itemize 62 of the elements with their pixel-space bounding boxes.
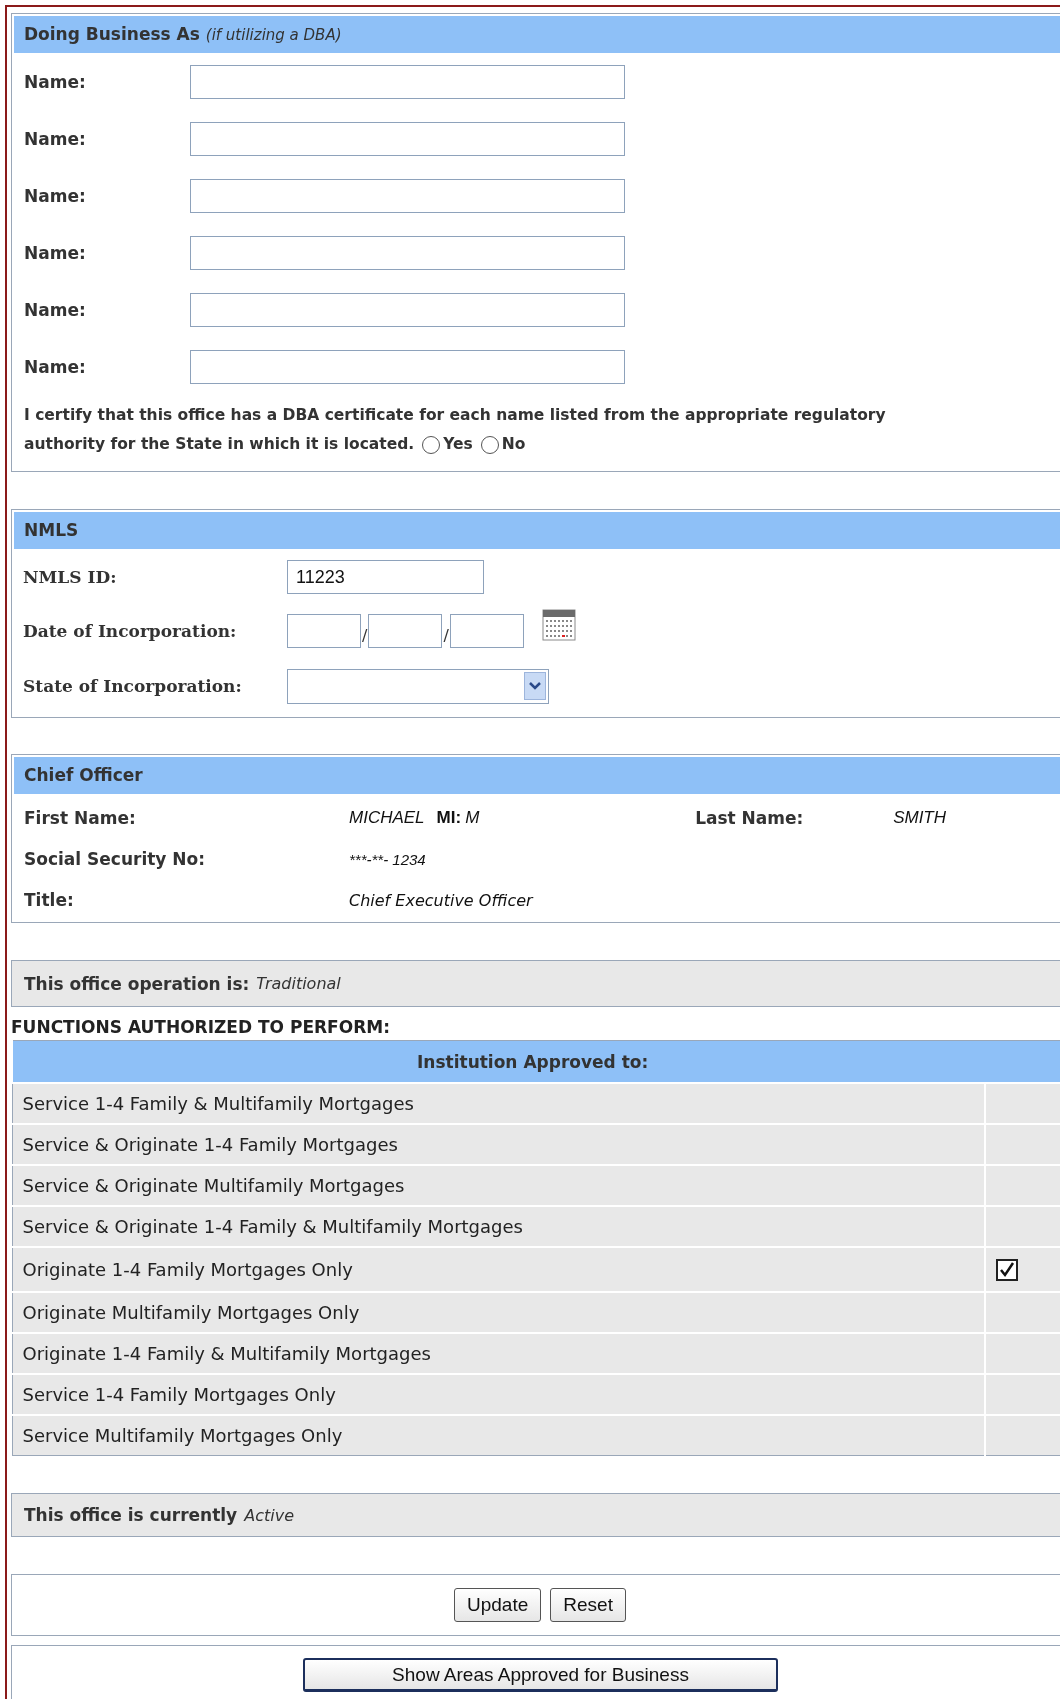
input-field[interactable]	[368, 614, 443, 648]
operation-value: Traditional	[256, 974, 341, 993]
radio-label: No	[501, 434, 526, 455]
chevron-down-icon	[524, 672, 546, 700]
form-button[interactable]: Reset	[550, 1588, 626, 1622]
field-label: First Name:	[24, 808, 137, 828]
show-areas-button[interactable]: Show Areas Approved for Business	[303, 1658, 778, 1692]
field-label: Name:	[24, 71, 87, 92]
table-cell: Service 1-4 Family & Multifamily Mortgages	[12, 1083, 985, 1124]
radio-button[interactable]	[422, 435, 441, 454]
input-field[interactable]	[190, 235, 625, 270]
table-cell: Originate 1-4 Family & Multifamily Mortgages	[12, 1333, 985, 1374]
field-label: Title:	[24, 890, 75, 910]
certification-text: authority for the State in which it is located.	[24, 434, 415, 455]
section-heading: FUNCTIONS AUTHORIZED TO PERFORM:	[11, 1017, 391, 1037]
field-label: Last Name:	[695, 808, 805, 828]
field-label: NMLS ID:	[23, 567, 118, 587]
last-name-value: SMITH	[893, 808, 946, 828]
table-cell: Originate 1-4 Family Mortgages Only	[12, 1247, 985, 1292]
input-field[interactable]	[190, 292, 625, 327]
field-label: This office operation is:	[24, 973, 250, 994]
input-field[interactable]	[190, 64, 625, 99]
table-cell: Service 1-4 Family Mortgages Only	[12, 1374, 985, 1415]
table-cell: Service & Originate 1-4 Family & Multifamily Mortgages	[12, 1206, 985, 1247]
checkbox[interactable]	[995, 1258, 1018, 1281]
input-field[interactable]: 11223	[287, 560, 484, 594]
input-field[interactable]	[190, 349, 625, 384]
date-separator: /	[362, 625, 368, 645]
field-label: Name:	[24, 185, 87, 206]
status-value: Active	[244, 1505, 294, 1525]
first-name-value: MICHAEL	[349, 808, 425, 828]
title-value: Chief Executive Officer	[349, 890, 533, 910]
form-button[interactable]: Update	[454, 1588, 542, 1622]
field-label: Name:	[24, 242, 87, 263]
radio-label: Yes	[443, 434, 473, 455]
certification-text: I certify that this office has a DBA certificate for each name listed from the appropriate regulatory	[24, 405, 886, 426]
middle-initial-value: M	[465, 808, 481, 828]
input-field[interactable]	[190, 178, 625, 213]
ssn-value: ***-**- 1234	[349, 850, 426, 868]
table-cell: Service & Originate 1-4 Family Mortgages	[12, 1124, 985, 1165]
field-label: Name:	[24, 299, 87, 320]
field-label: Name:	[24, 356, 87, 377]
section-header: NMLS	[14, 512, 1060, 549]
calendar-icon[interactable]	[541, 609, 576, 641]
input-field[interactable]	[190, 121, 625, 156]
input-field[interactable]	[449, 614, 524, 648]
table-cell: Service Multifamily Mortgages Only	[12, 1415, 985, 1456]
field-label: Name:	[24, 128, 87, 149]
field-label: Social Security No:	[24, 849, 207, 869]
table-cell: Originate Multifamily Mortgages Only	[12, 1292, 985, 1333]
table-cell: Service & Originate Multifamily Mortgages	[12, 1165, 985, 1206]
dropdown[interactable]	[287, 668, 549, 704]
date-separator: /	[443, 625, 449, 645]
radio-button[interactable]	[480, 435, 499, 454]
section-header: Doing Business As (if utilizing a DBA)	[14, 16, 1060, 53]
field-label: State of Incorporation:	[23, 676, 243, 696]
table-header: Institution Approved to:	[12, 1040, 1060, 1083]
input-field[interactable]	[287, 614, 361, 648]
field-label: Date of Incorporation:	[23, 621, 238, 641]
section-header: Chief Officer	[14, 757, 1060, 794]
field-label: MI:	[436, 808, 462, 828]
field-label: This office is currently	[24, 1505, 238, 1525]
